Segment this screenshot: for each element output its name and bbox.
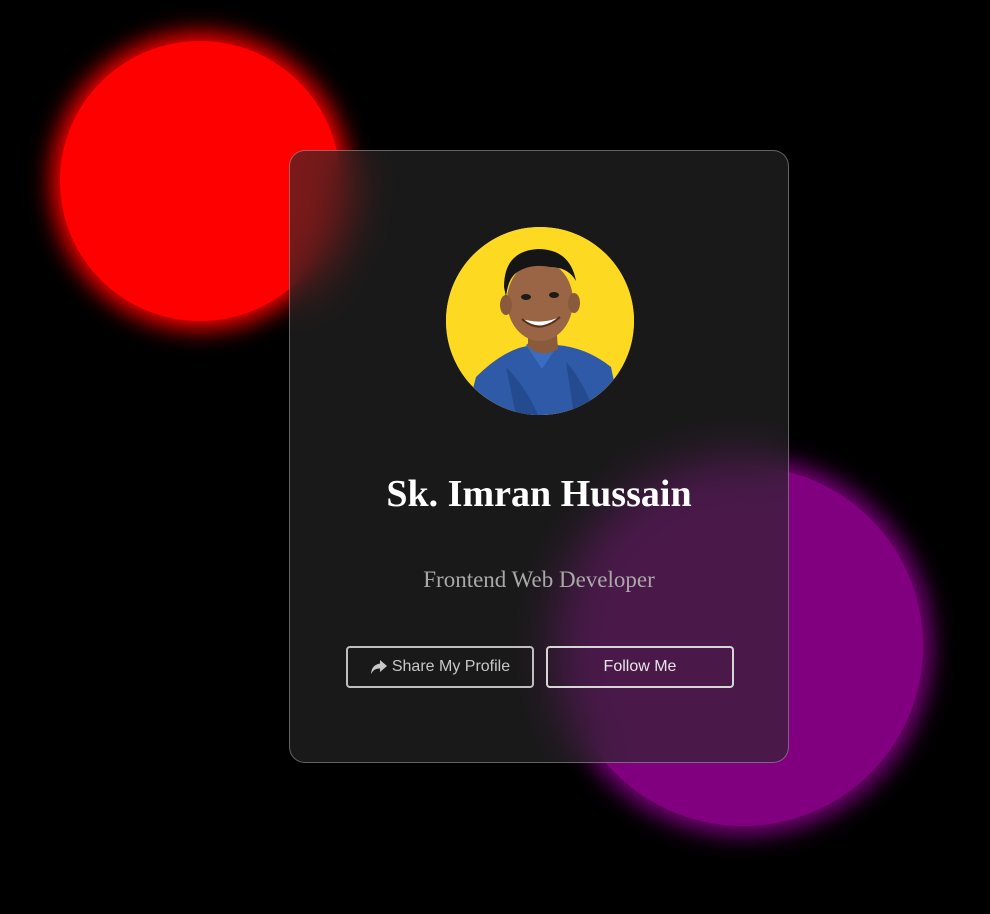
- profile-role: Frontend Web Developer: [423, 567, 655, 592]
- follow-me-button[interactable]: Follow Me: [546, 646, 734, 688]
- share-profile-label: Share My Profile: [391, 658, 511, 675]
- share-profile-button[interactable]: Share My Profile: [346, 646, 534, 688]
- profile-photo: [446, 227, 634, 415]
- page-background: Sk. Imran Hussain Frontend Web Developer…: [0, 0, 990, 914]
- profile-card: Sk. Imran Hussain Frontend Web Developer…: [289, 150, 789, 763]
- profile-name: Sk. Imran Hussain: [386, 473, 692, 515]
- avatar: [446, 227, 634, 415]
- share-icon: [370, 660, 387, 674]
- follow-me-label: Follow Me: [603, 658, 677, 675]
